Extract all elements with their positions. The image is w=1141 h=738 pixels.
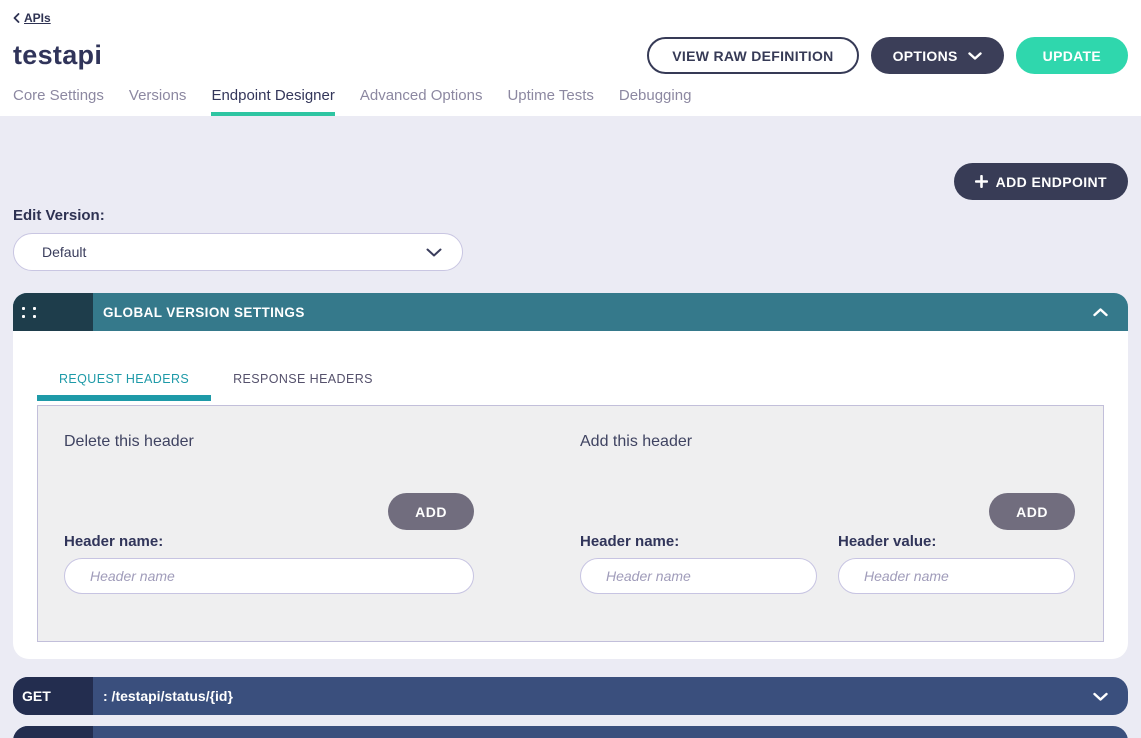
tab-endpoint-designer[interactable]: Endpoint Designer (211, 87, 334, 116)
version-select-value: Default (42, 244, 86, 260)
add-header-name-label: Header name: (580, 533, 817, 550)
global-version-settings-panel: REQUEST HEADERS RESPONSE HEADERS Delete … (13, 331, 1128, 659)
endpoint-method-badge: GET (13, 726, 93, 738)
back-to-apis-link[interactable]: APIs (13, 11, 51, 25)
add-header-section: Add this header ADD Header name: Header … (580, 433, 1075, 641)
tab-core-settings[interactable]: Core Settings (13, 87, 104, 116)
drag-dots-icon (22, 307, 36, 318)
add-header-value-field: Header value: (838, 530, 1075, 594)
update-button[interactable]: UPDATE (1016, 37, 1128, 74)
page-title: testapi (13, 40, 102, 71)
tab-advanced-options[interactable]: Advanced Options (360, 87, 483, 116)
delete-header-title: Delete this header (64, 433, 474, 451)
endpoint-bar-json[interactable]: GET : /testapi/json (13, 726, 1128, 738)
delete-header-name-input[interactable] (64, 558, 474, 594)
tab-versions[interactable]: Versions (129, 87, 187, 116)
endpoint-designer-content: ADD ENDPOINT Edit Version: Default GLOBA… (0, 116, 1141, 738)
version-select[interactable]: Default (13, 233, 463, 271)
add-add-button-row: ADD (580, 493, 1075, 530)
endpoint-bar-status[interactable]: GET : /testapi/status/{id} (13, 677, 1128, 715)
endpoint-path: : /testapi/status/{id} (93, 677, 1093, 715)
add-endpoint-row: ADD ENDPOINT (13, 116, 1128, 200)
main-tab-bar: Core Settings Versions Endpoint Designer… (13, 87, 1128, 116)
add-header-fields: Header name: Header value: (580, 530, 1075, 594)
chevron-down-icon (426, 248, 442, 257)
view-raw-definition-button[interactable]: VIEW RAW DEFINITION (647, 37, 858, 74)
drag-handle[interactable] (13, 293, 93, 331)
plus-icon (975, 175, 988, 188)
chevron-down-icon (968, 52, 982, 60)
global-version-settings-header[interactable]: GLOBAL VERSION SETTINGS (13, 293, 1128, 331)
add-header-add-button[interactable]: ADD (989, 493, 1075, 530)
delete-header-add-button[interactable]: ADD (388, 493, 474, 530)
headers-tab-bar: REQUEST HEADERS RESPONSE HEADERS (37, 372, 1104, 401)
delete-header-section: Delete this header ADD Header name: (64, 433, 474, 641)
chevron-up-icon[interactable] (1093, 293, 1128, 331)
add-header-name-field: Header name: (580, 530, 817, 594)
tab-response-headers[interactable]: RESPONSE HEADERS (211, 372, 395, 401)
delete-header-name-label: Header name: (64, 533, 474, 550)
delete-add-button-row: ADD (64, 493, 474, 530)
title-row: testapi VIEW RAW DEFINITION OPTIONS UPDA… (13, 37, 1128, 74)
endpoint-path: : /testapi/json (93, 726, 1093, 738)
tab-request-headers[interactable]: REQUEST HEADERS (37, 372, 211, 401)
chevron-down-icon[interactable] (1093, 677, 1128, 715)
add-endpoint-label: ADD ENDPOINT (996, 174, 1107, 190)
back-link-label: APIs (24, 11, 51, 25)
options-button[interactable]: OPTIONS (871, 37, 1004, 74)
header-actions: VIEW RAW DEFINITION OPTIONS UPDATE (647, 37, 1128, 74)
global-version-settings-accordion: GLOBAL VERSION SETTINGS REQUEST HEADERS … (13, 293, 1128, 659)
add-header-value-input[interactable] (838, 558, 1075, 594)
tab-uptime-tests[interactable]: Uptime Tests (507, 87, 593, 116)
options-button-label: OPTIONS (893, 48, 958, 64)
endpoint-method-badge: GET (13, 677, 93, 715)
chevron-left-icon (13, 13, 20, 23)
add-header-value-label: Header value: (838, 533, 1075, 550)
add-endpoint-button[interactable]: ADD ENDPOINT (954, 163, 1128, 200)
tab-debugging[interactable]: Debugging (619, 87, 692, 116)
request-headers-box: Delete this header ADD Header name: Add … (37, 405, 1104, 642)
add-header-name-input[interactable] (580, 558, 817, 594)
add-header-title: Add this header (580, 433, 1075, 451)
app-header: APIs testapi VIEW RAW DEFINITION OPTIONS… (0, 0, 1141, 116)
global-version-settings-title: GLOBAL VERSION SETTINGS (93, 293, 1093, 331)
chevron-down-icon[interactable] (1093, 726, 1128, 738)
edit-version-label: Edit Version: (13, 207, 1128, 224)
